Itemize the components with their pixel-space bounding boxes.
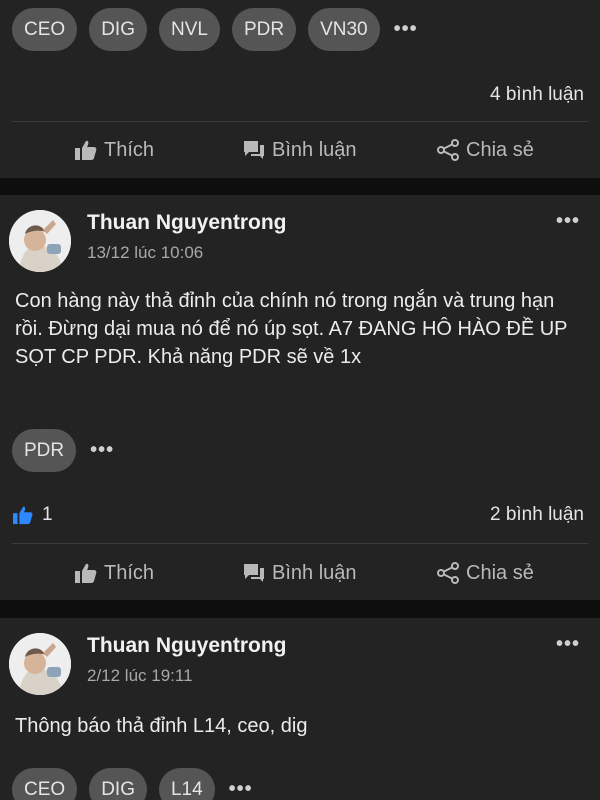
comment-count[interactable]: 2 bình luận: [490, 504, 584, 526]
tag-chip[interactable]: PDR: [12, 429, 77, 472]
stock-tags: CEO DIG NVL PDR VN30 •••: [12, 8, 418, 51]
comment-count[interactable]: 4 bình luận: [490, 84, 584, 106]
avatar-image: [9, 633, 71, 695]
tag-chip[interactable]: DIG: [89, 768, 147, 800]
like-button[interactable]: Thích: [74, 130, 154, 170]
speech-bubble-icon: [244, 564, 264, 582]
like-label: Thích: [104, 138, 155, 161]
thumbs-up-icon: [75, 140, 97, 160]
more-tags-button[interactable]: •••: [229, 778, 253, 800]
comment-label: Bình luận: [272, 138, 357, 161]
tag-chip[interactable]: CEO: [12, 8, 78, 51]
share-label: Chia sẻ: [466, 138, 534, 161]
divider: [12, 543, 588, 544]
stock-tags: CEO DIG L14 •••: [12, 768, 253, 800]
reaction-bar: 1 2 bình luận: [12, 500, 584, 530]
share-icon: [437, 139, 459, 161]
stock-tags: PDR •••: [12, 429, 114, 472]
speech-bubble-icon: [244, 141, 264, 159]
post-text: Con hàng này thả đỉnh của chính nó trong…: [15, 290, 568, 368]
tag-chip[interactable]: CEO: [12, 768, 78, 800]
avatar[interactable]: [9, 210, 71, 272]
post-options-button[interactable]: •••: [556, 210, 580, 233]
like-label: Thích: [104, 561, 155, 584]
post-header: Thuan Nguyentrong 13/12 lúc 10:06 •••: [0, 195, 600, 275]
like-count[interactable]: 1: [12, 504, 53, 526]
author-name[interactable]: Thuan Nguyentrong: [87, 634, 286, 658]
post-time: 13/12 lúc 10:06: [87, 243, 204, 262]
reaction-bar: 4 bình luận: [12, 80, 584, 110]
share-icon: [437, 562, 459, 584]
divider: [12, 121, 588, 122]
like-count-value: 1: [42, 504, 53, 525]
post-card: Thuan Nguyentrong 13/12 lúc 10:06 ••• Co…: [0, 195, 600, 600]
thumbs-up-icon: [75, 563, 97, 583]
action-bar: Thích Bình luận Chia sẻ: [0, 553, 600, 593]
comment-button[interactable]: Bình luận: [242, 553, 357, 593]
action-bar: Thích Bình luận Chia sẻ: [0, 130, 600, 170]
tag-chip[interactable]: PDR: [231, 8, 297, 51]
share-label: Chia sẻ: [466, 561, 534, 584]
comment-button[interactable]: Bình luận: [242, 130, 357, 170]
avatar[interactable]: [9, 633, 71, 695]
share-button[interactable]: Chia sẻ: [436, 553, 534, 593]
tag-chip[interactable]: VN30: [308, 8, 380, 51]
more-tags-button[interactable]: •••: [394, 18, 418, 41]
tag-chip[interactable]: L14: [158, 768, 215, 800]
more-tags-button[interactable]: •••: [90, 439, 114, 462]
author-name[interactable]: Thuan Nguyentrong: [87, 211, 286, 235]
post-time: 2/12 lúc 19:11: [87, 666, 193, 685]
share-button[interactable]: Chia sẻ: [436, 130, 534, 170]
avatar-image: [9, 210, 71, 272]
post-card-previous: CEO DIG NVL PDR VN30 ••• 4 bình luận Thí…: [0, 0, 600, 178]
post-options-button[interactable]: •••: [556, 633, 580, 656]
post-text: Thông báo thả đỉnh L14, ceo, dig: [15, 715, 308, 737]
post-card: Thuan Nguyentrong 2/12 lúc 19:11 ••• Thô…: [0, 618, 600, 800]
tag-chip[interactable]: NVL: [158, 8, 220, 51]
like-button[interactable]: Thích: [74, 553, 154, 593]
blue-thumbs-up-icon: [13, 506, 33, 525]
post-header: Thuan Nguyentrong 2/12 lúc 19:11 •••: [0, 618, 600, 698]
tag-chip[interactable]: DIG: [89, 8, 147, 51]
comment-label: Bình luận: [272, 561, 357, 584]
